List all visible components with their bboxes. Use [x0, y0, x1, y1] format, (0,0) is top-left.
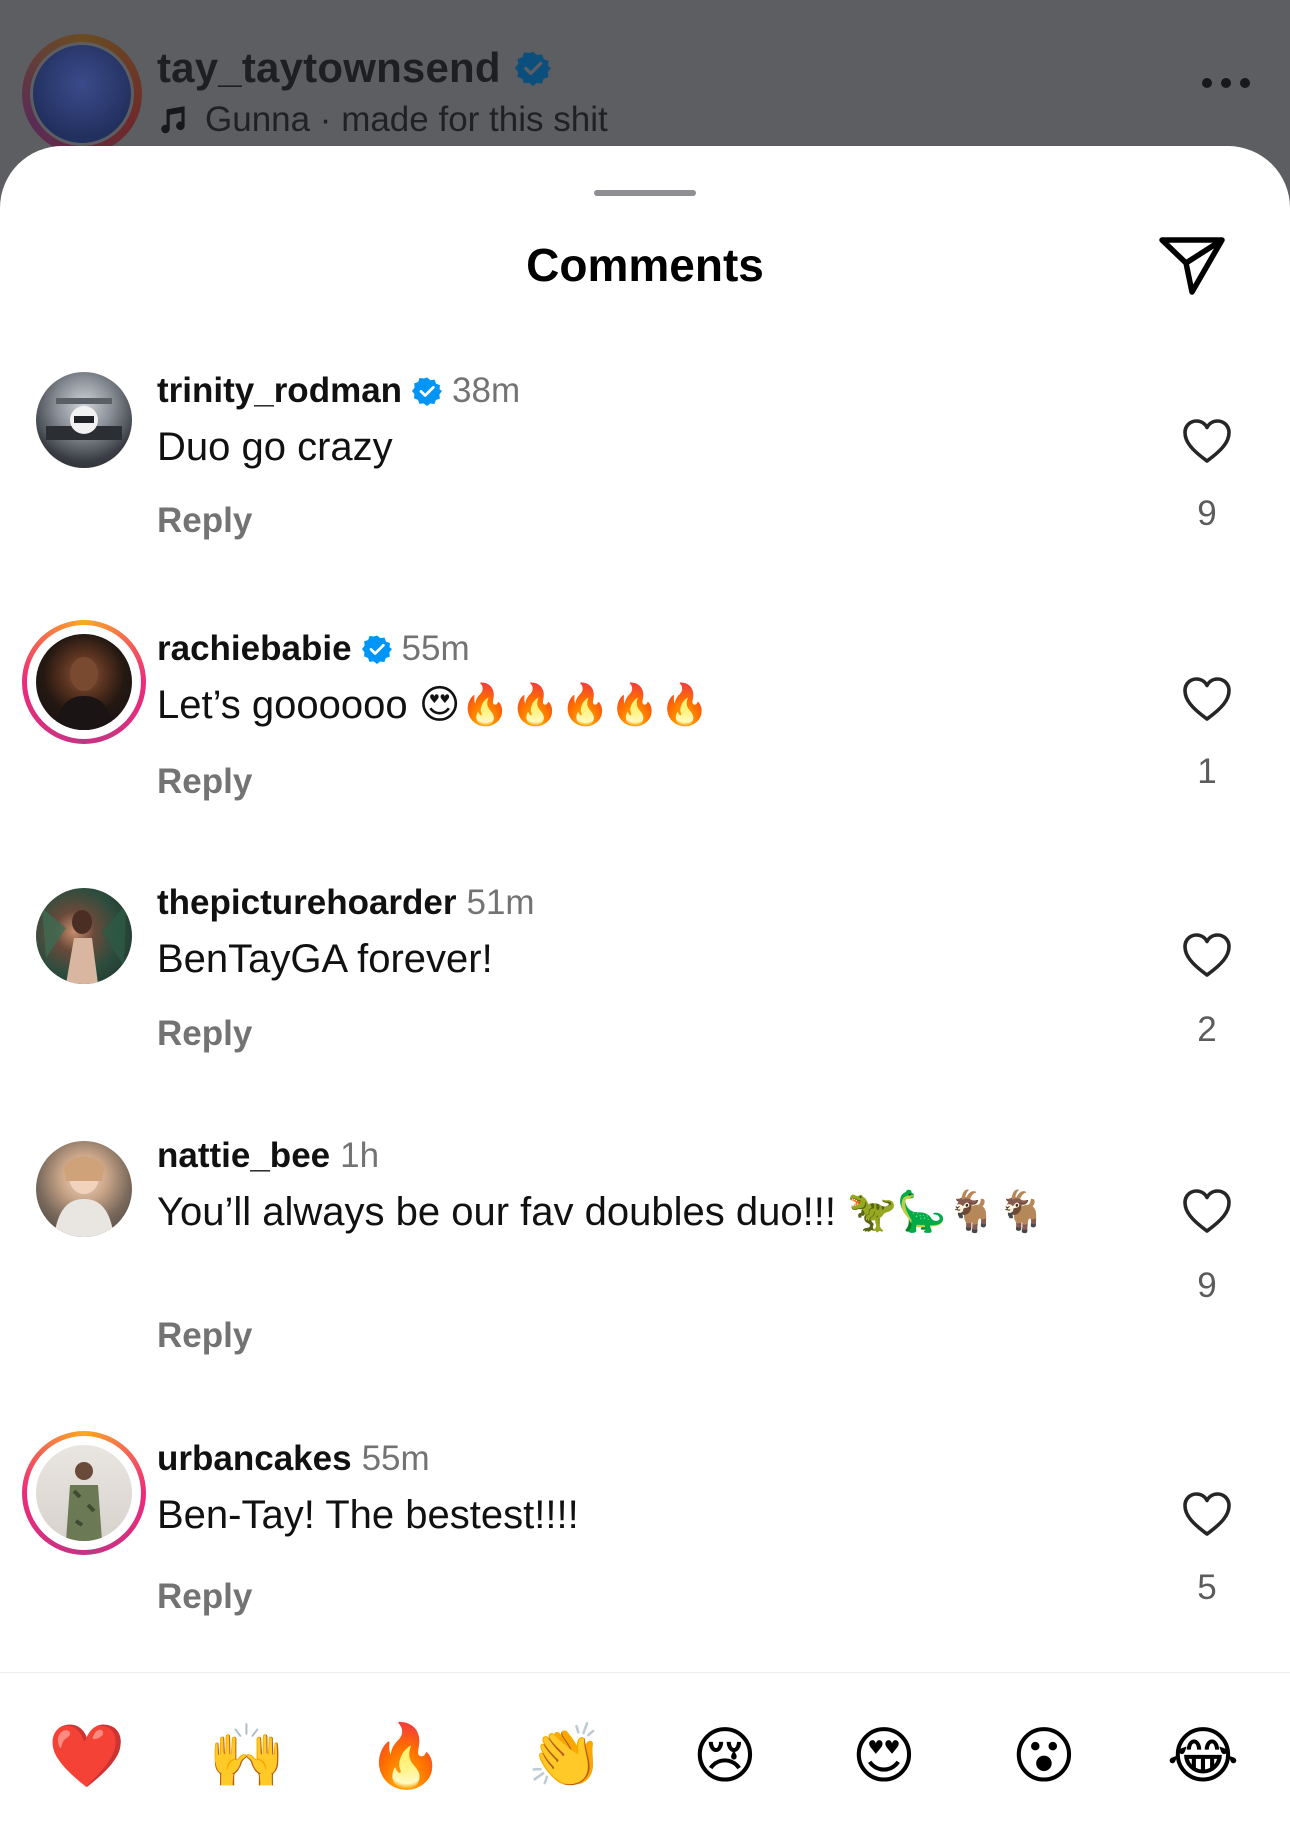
- share-send-icon[interactable]: [1156, 230, 1228, 302]
- reel-author-avatar-ring[interactable]: [22, 34, 142, 154]
- tears-of-joy-emoji-icon[interactable]: 😂: [1163, 1716, 1243, 1796]
- comment-meta: rachiebabie 55m: [157, 629, 470, 669]
- raising-hands-emoji-icon[interactable]: 🙌: [207, 1716, 287, 1796]
- music-note-icon: [161, 106, 185, 134]
- heart-eyes-emoji-icon[interactable]: 😍: [844, 1716, 924, 1796]
- comment-username[interactable]: thepicturehoarder: [157, 883, 457, 923]
- comment-text: Ben-Tay! The bestest!!!!: [157, 1493, 579, 1537]
- comment-text: BenTayGA forever!: [157, 937, 493, 981]
- comment-text: Duo go crazy: [157, 425, 393, 469]
- commenter-avatar[interactable]: [36, 888, 132, 984]
- heart-icon[interactable]: [1182, 1188, 1232, 1234]
- sheet-title: Comments: [526, 239, 764, 291]
- comments-screen: tay_taytownsend Gunna · made for this sh…: [0, 0, 1290, 1821]
- verified-badge-icon: [514, 51, 551, 86]
- clapping-hands-emoji-icon[interactable]: 👏: [526, 1716, 606, 1796]
- comment-text: Let’s goooooo 😍🔥🔥🔥🔥🔥: [157, 683, 710, 727]
- quick-reaction-bar: ❤️ 🙌 🔥 👏 😢 😍 😮 😂: [0, 1716, 1290, 1816]
- like-count: 2: [1197, 1010, 1217, 1049]
- like-count: 1: [1197, 752, 1217, 791]
- heart-icon[interactable]: [1182, 418, 1232, 464]
- commenter-avatar[interactable]: [22, 620, 146, 744]
- more-options-icon[interactable]: [1202, 78, 1250, 88]
- fire-emoji-icon[interactable]: 🔥: [366, 1716, 446, 1796]
- commenter-avatar[interactable]: [22, 1431, 146, 1555]
- reply-button[interactable]: Reply: [157, 1577, 252, 1617]
- commenter-avatar[interactable]: [36, 1141, 132, 1237]
- like-count: 9: [1197, 494, 1217, 533]
- reel-author-username[interactable]: tay_taytownsend: [157, 44, 501, 92]
- comment-meta: urbancakes 55m: [157, 1439, 430, 1479]
- comment-timestamp: 1h: [340, 1136, 380, 1175]
- like-count: 9: [1197, 1266, 1217, 1305]
- verified-badge-icon: [412, 377, 443, 406]
- reel-author-avatar: [30, 42, 134, 146]
- sheet-grabber[interactable]: [594, 190, 696, 196]
- heart-icon[interactable]: [1182, 932, 1232, 978]
- comment-text: You’ll always be our fav doubles duo!!! …: [157, 1190, 1047, 1234]
- comment-meta: thepicturehoarder 51m: [157, 883, 535, 923]
- surprised-face-emoji-icon[interactable]: 😮: [1004, 1716, 1084, 1796]
- red-heart-emoji-icon[interactable]: ❤️: [47, 1716, 127, 1796]
- comment-timestamp: 51m: [466, 883, 535, 922]
- reel-music-label: Gunna · made for this shit: [205, 100, 608, 139]
- comment-username[interactable]: nattie_bee: [157, 1136, 330, 1176]
- comment-meta: trinity_rodman 38m: [157, 371, 520, 411]
- reel-music-row[interactable]: Gunna · made for this shit: [157, 100, 608, 140]
- heart-icon[interactable]: [1182, 676, 1232, 722]
- comment-username[interactable]: trinity_rodman: [157, 371, 402, 411]
- comment-timestamp: 55m: [401, 629, 470, 668]
- comment-username[interactable]: rachiebabie: [157, 629, 352, 669]
- verified-badge-icon: [361, 635, 392, 664]
- reply-button[interactable]: Reply: [157, 1316, 252, 1356]
- comment-timestamp: 55m: [361, 1439, 430, 1478]
- reel-author-row: tay_taytownsend: [157, 44, 551, 92]
- like-count: 5: [1197, 1568, 1217, 1607]
- reply-button[interactable]: Reply: [157, 501, 252, 541]
- comment-timestamp: 38m: [452, 371, 521, 410]
- reply-button[interactable]: Reply: [157, 1014, 252, 1054]
- reaction-divider: [0, 1672, 1290, 1673]
- crying-face-emoji-icon[interactable]: 😢: [685, 1716, 765, 1796]
- comments-sheet: Comments trinity_rodman 38m Duo go crazy…: [0, 146, 1290, 1821]
- commenter-avatar[interactable]: [36, 372, 132, 468]
- heart-icon[interactable]: [1182, 1491, 1232, 1537]
- comment-username[interactable]: urbancakes: [157, 1439, 352, 1479]
- reply-button[interactable]: Reply: [157, 762, 252, 802]
- comment-meta: nattie_bee 1h: [157, 1136, 379, 1176]
